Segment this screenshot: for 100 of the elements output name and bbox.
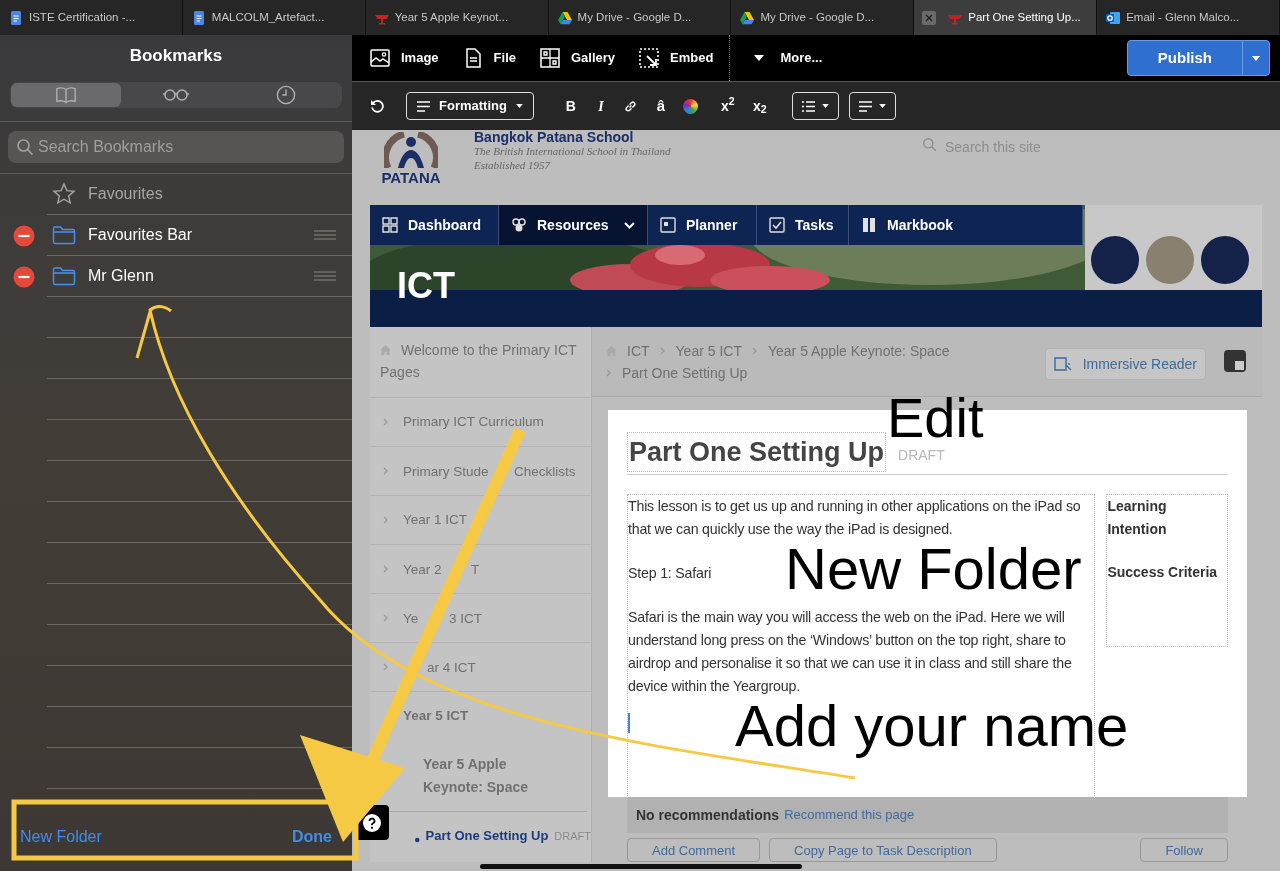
browser-tab[interactable]: My Drive - Google D... [731,0,915,35]
insert-image-button[interactable]: Image [370,48,439,68]
align-icon [417,100,430,112]
reader-icon [1053,356,1073,372]
action-button[interactable]: Add Comment [627,838,761,862]
browser-tab[interactable]: Part One Setting Up... [914,0,1098,35]
accent-button[interactable]: â [645,94,676,118]
chevron-right-icon [751,347,758,355]
paragraph: Step 1: Safari [628,564,712,583]
annotation-text: Edit [887,396,984,441]
established-text: Established 1957 [474,158,552,172]
browser-tab[interactable]: Email - Glenn Malco... [1097,0,1280,35]
publish-button[interactable]: Publish [1127,41,1242,75]
nav-tab[interactable]: Planner [648,205,757,245]
list-dropdown[interactable] [791,92,839,120]
bookmark-item[interactable]: Favourites [88,182,163,206]
remove-icon [12,224,35,247]
browser-tab[interactable]: Year 5 Apple Keynot... [365,0,549,35]
remove-icon [12,265,35,288]
insert-file-button[interactable]: File [462,48,516,68]
page-title: Part One Setting Up [627,432,887,472]
folder-icon [52,225,76,245]
home-icon [380,345,391,355]
done-button[interactable]: Done [292,825,332,849]
drive-triangle-icon [739,9,756,26]
browser-tab[interactable]: ISTE Certification -... [0,0,183,35]
folder-icon [52,266,76,286]
caret-icon [515,104,523,108]
browser-tab[interactable]: My Drive - Google D... [548,0,732,35]
nav-tab[interactable]: Tasks [757,205,849,245]
paragraph: Safari is the main way you will access the web on the iPad. Here we will understand long press on the ‘Windows’ button on the top right, share to airdrop and personalise it so that we can use it in class and still share the device within the Yeargroup. [628,608,1073,696]
chevron-right-icon [383,614,389,622]
logo-text: PATANA [381,170,441,185]
book-icon [55,85,77,105]
bookmark-item[interactable]: Mr Glenn [88,264,154,288]
formatting-dropdown[interactable]: Formatting [406,92,534,120]
caret-icon [878,104,886,108]
subscript-button[interactable]: x$_{2}$ [743,95,776,117]
undo-icon [370,99,384,113]
sidebar-link[interactable]: Part One Setting Up [425,826,549,846]
glasses-icon [162,88,190,102]
browser-tab[interactable]: MALCOLM_Artefact... [182,0,366,35]
list-icon [801,100,815,112]
recommendations-text: No recommendations [636,805,780,825]
star-icon [52,182,76,206]
mail-icon [1105,9,1122,26]
search-icon [922,137,937,152]
link-icon [624,99,638,113]
grid-icon [382,217,398,233]
help-icon [363,813,381,832]
nav-tab[interactable]: Resources [499,205,648,245]
book-icon [861,217,877,233]
chevron-right-icon [383,663,389,671]
square-icon [1235,361,1244,370]
color-wheel-icon [683,98,699,114]
checkbox-icon [769,217,785,233]
embed-icon [639,48,660,68]
annotation-text: New Folder [785,540,1082,598]
aside-heading: Learning Intention [1107,497,1168,539]
align-dropdown[interactable] [848,92,896,120]
clock-icon [275,85,297,105]
italic-button[interactable]: I [585,95,616,117]
document-icon [8,9,24,26]
paragraph: This lesson is to get us up and running in other applications on the iPad so that we can quickly use the way the iPad is designed. [628,497,1082,539]
gallery-icon [540,48,560,68]
caret-icon [821,104,829,108]
new-folder-button[interactable]: New Folder [20,825,102,849]
annotation-text: Add your name [735,694,1129,758]
image-icon [370,48,390,68]
chevron-right-icon [383,418,389,426]
search-field[interactable]: Search Bookmarks [8,131,344,163]
chevron-right-icon [383,516,389,524]
banner-title: ICT [397,268,455,304]
undo-button[interactable] [370,99,384,113]
chevron-right-icon [606,369,612,377]
insert-gallery-button[interactable]: Gallery [540,48,616,68]
nav-tab[interactable]: Markbook [849,205,1083,245]
chevron-right-icon [383,467,389,475]
aside-heading: Success Criteria [1107,563,1219,582]
bold-button[interactable]: B [555,95,586,117]
school-tagline: The British International School in Thailand [474,145,671,158]
publish-split-button[interactable]: Publish [1126,40,1270,76]
chevron-right-icon [383,565,389,573]
text-cursor [628,713,630,733]
fullscreen-button[interactable] [1224,350,1246,372]
school-name: Bangkok Patana School [474,130,635,144]
search-icon [16,138,34,156]
bookmark-item[interactable]: Favourites Bar [88,223,193,247]
caret-icon [1252,55,1260,61]
drive-triangle-icon [556,9,573,26]
more-button[interactable]: More... [754,48,823,68]
nav-tab[interactable]: Dashboard [370,205,499,245]
superscript-button[interactable]: x$^{2}$ [711,95,744,117]
status-label: DRAFT [898,446,945,465]
cluster-icon [511,217,527,233]
planner-icon [660,217,676,233]
close-icon [922,10,937,25]
drag-handle-icon [314,230,336,240]
immersive-reader-button[interactable]: Immersive Reader [1044,348,1206,380]
insert-embed-button[interactable]: Embed [639,48,714,68]
